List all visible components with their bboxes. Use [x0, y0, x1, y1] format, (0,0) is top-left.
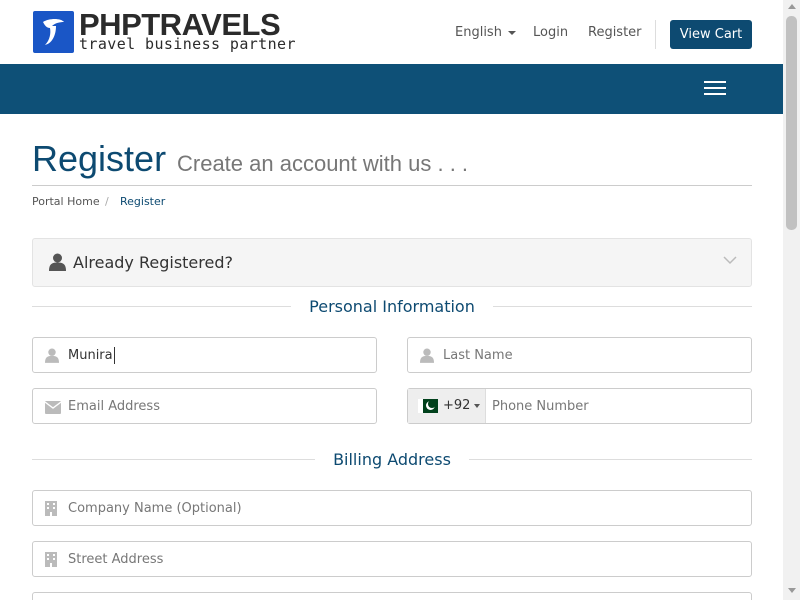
pakistan-flag-icon — [418, 399, 438, 413]
building-icon — [45, 501, 57, 516]
personal-info-heading: Personal Information — [32, 297, 752, 316]
phone-field[interactable]: +92 — [407, 388, 752, 424]
view-cart-button[interactable]: View Cart — [670, 20, 752, 49]
first-name-input[interactable] — [68, 338, 368, 372]
page-subtitle: Create an account with us . . . — [177, 151, 469, 176]
page-scrollbar[interactable] — [783, 0, 800, 600]
billing-address-heading: Billing Address — [32, 450, 752, 469]
company-input[interactable] — [68, 491, 738, 525]
register-link[interactable]: Register — [588, 25, 642, 40]
already-registered-label: Already Registered? — [73, 253, 233, 272]
company-field[interactable] — [32, 490, 752, 526]
language-dropdown[interactable]: English — [455, 25, 516, 40]
email-field[interactable] — [32, 388, 377, 424]
user-icon — [45, 348, 59, 363]
street-address-input[interactable] — [68, 542, 738, 576]
caret-down-icon — [507, 30, 516, 35]
last-name-input[interactable] — [443, 338, 743, 372]
scroll-down-icon[interactable] — [788, 588, 796, 593]
page-title: Register — [32, 138, 167, 179]
dial-code: +92 — [443, 398, 471, 413]
top-header: PHPTRAVELS travel business partner Engli… — [0, 0, 783, 64]
first-name-field[interactable] — [32, 337, 377, 373]
user-icon — [420, 348, 434, 363]
breadcrumb-home[interactable]: Portal Home — [32, 195, 100, 208]
text-cursor — [114, 347, 115, 364]
next-field[interactable] — [32, 592, 752, 600]
already-registered-panel[interactable]: Already Registered? — [32, 238, 752, 287]
phone-input[interactable] — [492, 389, 742, 423]
login-link[interactable]: Login — [533, 25, 568, 40]
menu-toggle-icon[interactable] — [704, 81, 726, 97]
logo-icon — [33, 11, 74, 53]
envelope-icon — [45, 401, 61, 414]
nav-divider — [655, 20, 656, 49]
email-input[interactable] — [68, 389, 368, 423]
chevron-down-icon — [723, 256, 737, 265]
billing-address-label: Billing Address — [315, 450, 469, 469]
scrollbar-thumb[interactable] — [786, 16, 797, 230]
personal-info-label: Personal Information — [291, 297, 493, 316]
logo-tagline: travel business partner — [79, 35, 296, 53]
brand-logo[interactable]: PHPTRAVELS travel business partner — [33, 7, 299, 54]
building-icon — [45, 552, 57, 567]
caret-down-icon — [474, 404, 480, 408]
street-address-field[interactable] — [32, 541, 752, 577]
title-divider — [32, 185, 752, 186]
user-icon — [49, 253, 66, 271]
last-name-field[interactable] — [407, 337, 752, 373]
main-navbar — [0, 64, 783, 114]
country-code-dropdown[interactable]: +92 — [408, 389, 486, 423]
scroll-up-icon[interactable] — [788, 4, 796, 9]
language-label: English — [455, 25, 502, 40]
breadcrumb-current: Register — [120, 195, 166, 208]
breadcrumb-separator: / — [105, 195, 109, 208]
